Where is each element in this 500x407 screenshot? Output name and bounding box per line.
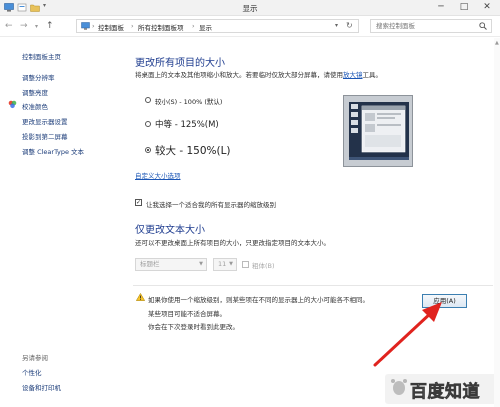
scroll-up-icon[interactable]: ▲ (495, 41, 499, 47)
recent-locations-button[interactable]: ▾ (35, 22, 38, 32)
breadcrumb-control-panel[interactable]: 控制面板 (98, 22, 124, 32)
radio-smaller-label[interactable]: 较小(S) - 100% (默认) (155, 96, 222, 106)
bold-label: 粗体(B) (252, 262, 275, 270)
chevron-down-icon: ▼ (199, 261, 203, 267)
one-scale-checkbox[interactable]: ✓ (135, 199, 142, 206)
chevron-down-icon: ▼ (229, 261, 233, 267)
sidebar-item-display-settings[interactable]: 更改显示器设置 (22, 116, 68, 126)
sidebar-item-calibrate-color[interactable]: 校准颜色 (22, 101, 48, 111)
radio-smaller[interactable] (145, 97, 151, 103)
up-button[interactable]: ↑ (46, 21, 54, 31)
radio-larger[interactable] (145, 147, 151, 153)
resize-all-description-tail: 工具。 (362, 71, 383, 79)
control-panel-small-icon (81, 22, 90, 30)
breadcrumb-all-items[interactable]: 所有控制面板项 (138, 22, 184, 32)
sidebar-item-brightness[interactable]: 调整亮度 (22, 87, 48, 97)
text-only-title: 仅更改文本大小 (135, 225, 205, 236)
forward-button[interactable]: → (20, 21, 28, 31)
back-button[interactable]: ← (5, 21, 13, 31)
sidebar-item-home[interactable]: 控制面板主页 (22, 51, 61, 61)
window-title: 显示 (242, 4, 258, 13)
breadcrumb-separator: › (131, 22, 134, 30)
breadcrumb-separator: › (192, 22, 195, 30)
radio-medium-label[interactable]: 中等 - 125%(M) (155, 118, 219, 130)
refresh-icon[interactable]: ↻ (346, 21, 353, 30)
warning-icon (136, 293, 145, 301)
text-only-description: 还可以不更改桌面上所有项目的大小，只更改指定项目的文本大小。 (135, 239, 330, 247)
sidebar-item-resolution[interactable]: 调整分辨率 (22, 72, 55, 82)
section-divider (133, 285, 493, 286)
display-settings-window: ▾ 显示 ─ □ ✕ ← → ▾ ↑ › 控制面板 › 所有控制面板项 › 显示… (0, 0, 500, 407)
radio-medium[interactable] (145, 121, 151, 127)
resize-all-title: 更改所有项目的大小 (135, 58, 225, 69)
navigation-bar: ← → ▾ ↑ › 控制面板 › 所有控制面板项 › 显示 ▾ ↻ (0, 16, 500, 37)
custom-size-link[interactable]: 自定义大小选项 (135, 170, 181, 180)
sidebar-link-devices-printers[interactable]: 设备和打印机 (22, 382, 61, 392)
magnifier-link[interactable]: 放大镜 (343, 71, 363, 79)
radio-larger-label[interactable]: 较大 - 150%(L) (155, 143, 231, 158)
font-size-select: 11 ▼ (213, 258, 237, 271)
sidebar-item-cleartype[interactable]: 调整 ClearType 文本 (22, 146, 84, 156)
breadcrumb-separator: › (92, 22, 95, 30)
resize-all-description-text: 将桌面上的文本及其他项缩小和放大。若要临时仅放大部分屏幕，请使用 (135, 71, 343, 79)
font-size-select-value: 11 (218, 260, 227, 268)
close-button[interactable]: ✕ (478, 0, 496, 16)
resize-all-description: 将桌面上的文本及其他项缩小和放大。若要临时仅放大部分屏幕，请使用放大镜工具。 (135, 69, 382, 79)
sidebar-link-personalization[interactable]: 个性化 (22, 367, 42, 377)
one-scale-label[interactable]: 让我选择一个适合我的所有显示器的缩放级别 (146, 199, 276, 209)
warning-line-2: 某些项目可能不适合屏幕。 (148, 310, 226, 318)
maximize-button[interactable]: □ (455, 0, 473, 16)
address-bar[interactable]: › 控制面板 › 所有控制面板项 › 显示 ▾ ↻ (76, 19, 359, 33)
search-box[interactable] (370, 19, 492, 33)
warning-line-1: 如果你使用一个缩放级别，则某些项在不同的显示器上的大小可能各不相同。 (148, 296, 369, 304)
vertical-scrollbar[interactable]: ▲ (494, 38, 500, 407)
warning-line-3: 你会在下次登录时看到此更改。 (148, 323, 239, 331)
title-bar: ▾ 显示 ─ □ ✕ (0, 0, 500, 16)
watermark-text: 百度知道 (410, 382, 480, 403)
element-select: 标题栏 ▼ (135, 258, 207, 271)
breadcrumb-display[interactable]: 显示 (199, 22, 212, 32)
address-dropdown-icon[interactable]: ▾ (335, 22, 338, 29)
color-calibration-icon (8, 100, 17, 109)
search-icon[interactable] (479, 22, 487, 30)
screen-preview-graphic (349, 102, 409, 160)
minimize-button[interactable]: ─ (432, 0, 450, 16)
search-input[interactable] (371, 20, 476, 32)
scale-preview-image (343, 95, 413, 167)
sidebar-item-project[interactable]: 投影到第二屏幕 (22, 131, 68, 141)
bold-checkbox (242, 261, 249, 268)
see-also-heading: 另请参阅 (22, 354, 48, 362)
annotation-arrow (373, 302, 442, 367)
element-select-value: 标题栏 (140, 260, 160, 268)
